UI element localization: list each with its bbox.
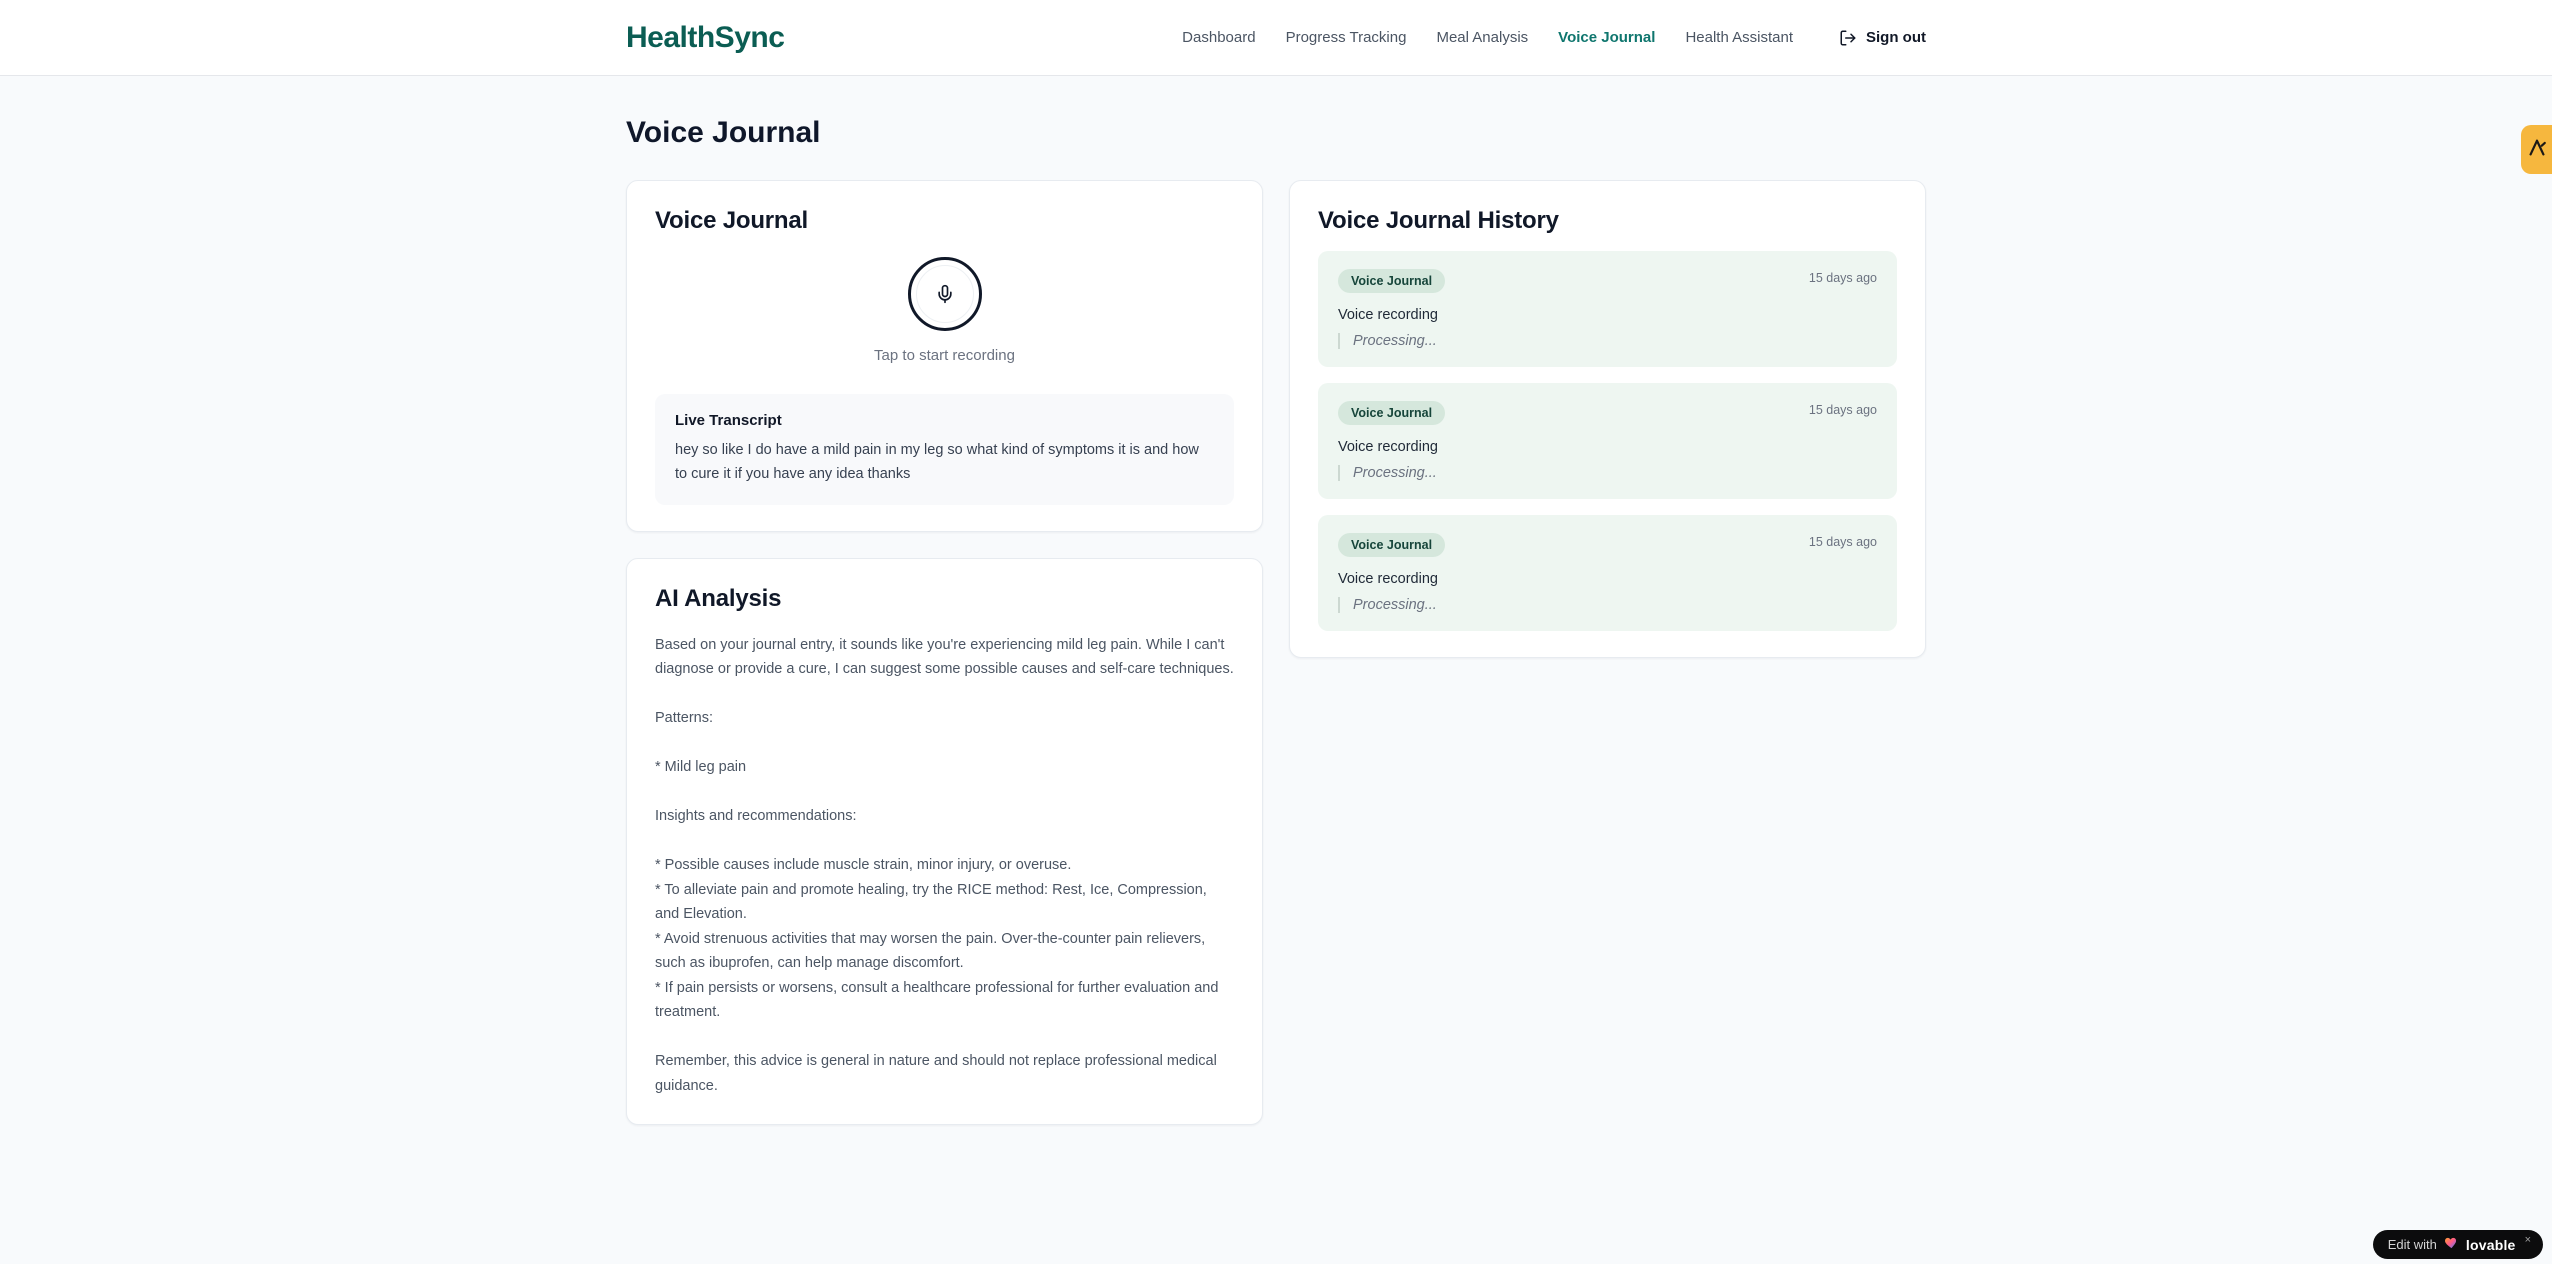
nav-item-health-assistant[interactable]: Health Assistant	[1685, 29, 1793, 46]
sign-out-label: Sign out	[1866, 29, 1926, 46]
live-transcript-text: hey so like I do have a mild pain in my …	[675, 442, 1199, 482]
ai-analysis-card: AI Analysis Based on your journal entry,…	[626, 557, 1263, 1126]
history-entry-list: Voice Journal 15 days ago Voice recordin…	[1318, 251, 1897, 631]
history-entry[interactable]: Voice Journal 15 days ago Voice recordin…	[1318, 383, 1897, 499]
ai-analysis-body: Based on your journal entry, it sounds l…	[655, 636, 1234, 1094]
nav-item-voice-journal[interactable]: Voice Journal	[1558, 29, 1655, 46]
entry-type-badge: Voice Journal	[1338, 401, 1446, 425]
gradient-heart-icon	[2444, 1235, 2459, 1255]
record-button[interactable]	[907, 257, 982, 331]
nav-item-meal-analysis[interactable]: Meal Analysis	[1436, 29, 1528, 46]
history-entry[interactable]: Voice Journal 15 days ago Voice recordin…	[1318, 251, 1897, 367]
browser-extension-edge-button[interactable]	[2521, 125, 2552, 174]
ai-analysis-title: AI Analysis	[655, 584, 782, 612]
main-nav: Dashboard Progress Tracking Meal Analysi…	[1182, 29, 1926, 47]
close-icon[interactable]: ×	[2525, 1234, 2531, 1246]
lovable-badge-prefix: Edit with	[2387, 1237, 2437, 1252]
entry-processing-status: Processing...	[1338, 465, 1877, 481]
entry-processing-status: Processing...	[1338, 333, 1877, 349]
entry-title: Voice recording	[1338, 439, 1438, 455]
entry-timestamp: 15 days ago	[1808, 535, 1877, 549]
sign-out-button[interactable]: Sign out	[1839, 29, 1926, 47]
live-transcript-title: Live Transcript	[675, 412, 782, 429]
history-card-title: Voice Journal History	[1318, 207, 1559, 234]
entry-title: Voice recording	[1338, 571, 1438, 587]
recorder-card-title: Voice Journal	[655, 207, 809, 234]
lovable-brand-label: lovable	[2465, 1236, 2516, 1253]
entry-timestamp: 15 days ago	[1808, 271, 1877, 285]
entry-title: Voice recording	[1338, 307, 1438, 323]
tap-to-record-hint: Tap to start recording	[874, 347, 1015, 364]
voice-recorder-card: Voice Journal Tap to start recording Liv…	[626, 180, 1263, 532]
app-header: HealthSync Dashboard Progress Tracking M…	[0, 0, 2552, 76]
page-title: Voice Journal	[626, 116, 821, 149]
voice-journal-history-card: Voice Journal History Voice Journal 15 d…	[1289, 180, 1926, 658]
nav-item-progress-tracking[interactable]: Progress Tracking	[1286, 29, 1407, 46]
entry-timestamp: 15 days ago	[1808, 403, 1877, 417]
entry-type-badge: Voice Journal	[1338, 269, 1446, 293]
live-transcript-box: Live Transcript hey so like I do have a …	[655, 394, 1234, 505]
history-entry[interactable]: Voice Journal 15 days ago Voice recordin…	[1318, 515, 1897, 631]
edit-with-lovable-badge[interactable]: Edit with lovable ×	[2372, 1230, 2543, 1259]
entry-processing-status: Processing...	[1338, 597, 1877, 613]
microphone-icon	[915, 265, 974, 323]
app-logo[interactable]: HealthSync	[626, 21, 785, 55]
log-out-icon	[1839, 29, 1857, 47]
lambda-logo-icon	[2526, 137, 2548, 162]
nav-item-dashboard[interactable]: Dashboard	[1182, 29, 1255, 46]
main-content: Voice Journal Voice Journal Tap to start…	[626, 76, 1926, 1126]
entry-type-badge: Voice Journal	[1338, 533, 1446, 557]
